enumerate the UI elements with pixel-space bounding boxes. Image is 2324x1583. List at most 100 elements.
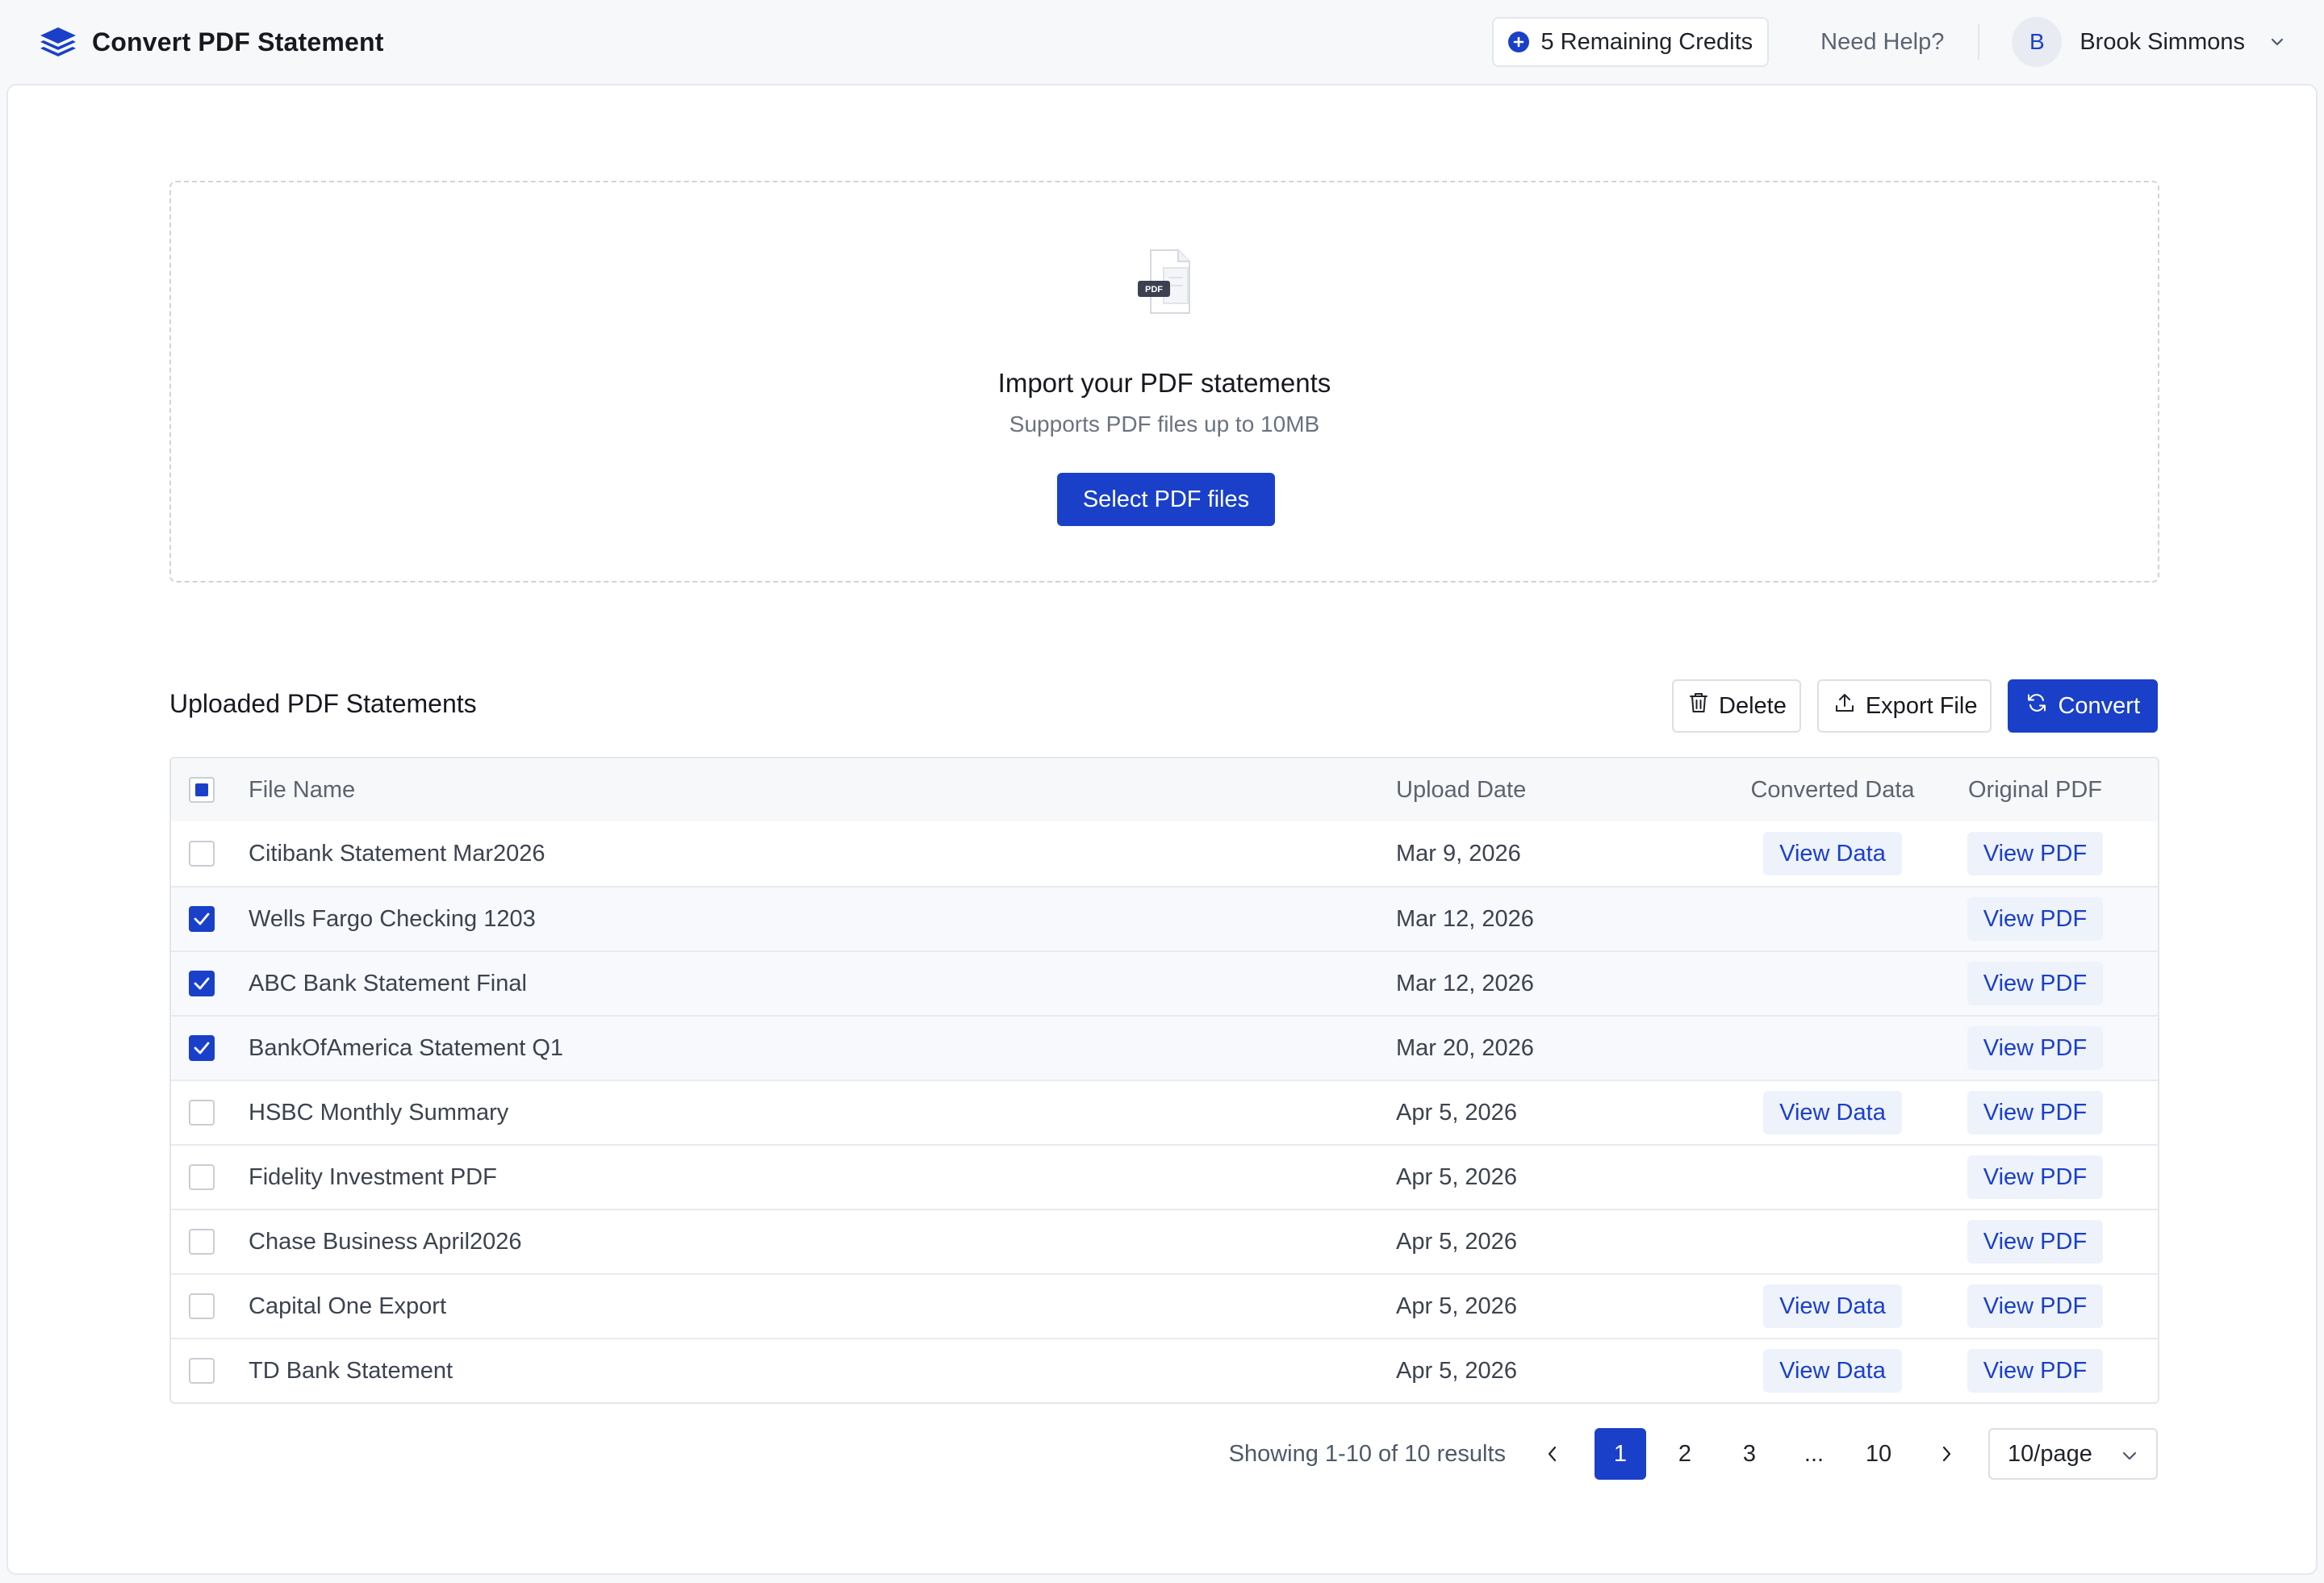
refresh-icon bbox=[2025, 691, 2048, 720]
upload-date: Mar 12, 2026 bbox=[1396, 905, 1534, 932]
view-pdf-button[interactable]: View PDF bbox=[1967, 832, 2104, 875]
view-pdf-button[interactable]: View PDF bbox=[1967, 1349, 2104, 1393]
upload-date: Apr 5, 2026 bbox=[1396, 1099, 1517, 1126]
upload-date: Apr 5, 2026 bbox=[1396, 1163, 1517, 1190]
export-label: Export File bbox=[1865, 692, 1978, 719]
upload-date: Apr 5, 2026 bbox=[1396, 1228, 1517, 1255]
user-name: Brook Simmons bbox=[2079, 28, 2245, 55]
view-pdf-button[interactable]: View PDF bbox=[1967, 1026, 2104, 1070]
upload-date: Mar 20, 2026 bbox=[1396, 1034, 1534, 1061]
pagination-info: Showing 1-10 of 10 results bbox=[1228, 1440, 1506, 1467]
select-all-checkbox[interactable] bbox=[189, 777, 215, 803]
brand: Convert PDF Statement bbox=[39, 23, 384, 61]
upload-date: Mar 12, 2026 bbox=[1396, 970, 1534, 996]
upload-icon bbox=[1833, 691, 1856, 720]
page-button[interactable]: 1 bbox=[1595, 1428, 1646, 1480]
check-icon bbox=[193, 971, 211, 997]
row-checkbox[interactable] bbox=[189, 906, 215, 932]
pagination-ellipsis: ... bbox=[1804, 1440, 1825, 1467]
row-checkbox[interactable] bbox=[189, 971, 215, 996]
chevron-down-icon bbox=[2269, 37, 2285, 47]
page-button[interactable]: 10 bbox=[1853, 1428, 1904, 1480]
credits-badge[interactable]: 5 Remaining Credits bbox=[1492, 17, 1770, 67]
user-menu[interactable]: B Brook Simmons bbox=[2012, 17, 2285, 67]
file-name: Chase Business April2026 bbox=[249, 1228, 522, 1255]
chevron-down-icon bbox=[2121, 1441, 2138, 1468]
upload-title: Import your PDF statements bbox=[997, 368, 1331, 398]
view-pdf-button[interactable]: View PDF bbox=[1967, 897, 2104, 941]
column-header-original-pdf: Original PDF bbox=[1968, 776, 2102, 803]
column-header-file-name[interactable]: File Name bbox=[249, 758, 355, 821]
upload-date: Apr 5, 2026 bbox=[1396, 1293, 1517, 1319]
view-data-button[interactable]: View Data bbox=[1763, 1284, 1902, 1328]
delete-button[interactable]: Delete bbox=[1672, 679, 1801, 733]
table-row[interactable]: Chase Business April2026 Apr 5, 2026 View … bbox=[171, 1209, 2158, 1273]
main-panel: PDF Import your PDF statements Supports … bbox=[6, 84, 2318, 1575]
row-checkbox[interactable] bbox=[189, 841, 215, 867]
row-checkbox[interactable] bbox=[189, 1164, 215, 1190]
row-checkbox[interactable] bbox=[189, 1358, 215, 1384]
plus-circle-icon bbox=[1508, 31, 1530, 52]
list-toolbar: Delete Export File Convert bbox=[1672, 679, 2158, 733]
convert-label: Convert bbox=[2058, 692, 2140, 719]
table-row[interactable]: Citibank Statement Mar2026 Mar 9, 2026 Vie… bbox=[171, 821, 2158, 886]
pagination: Showing 1-10 of 10 results 1 2 3... 10 10/p… bbox=[1229, 1428, 2158, 1480]
select-pdf-files-button[interactable]: Select PDF files bbox=[1057, 473, 1275, 526]
svg-text:PDF: PDF bbox=[1145, 285, 1163, 294]
file-name: Capital One Export bbox=[249, 1293, 447, 1319]
view-pdf-button[interactable]: View PDF bbox=[1967, 1155, 2104, 1199]
check-icon bbox=[193, 906, 211, 933]
help-link[interactable]: Need Help? bbox=[1820, 29, 1944, 56]
layers-logo-icon bbox=[39, 23, 77, 61]
table-row[interactable]: ABC Bank Statement Final Mar 12, 2026 View… bbox=[171, 950, 2158, 1015]
delete-label: Delete bbox=[1719, 692, 1787, 719]
table-row[interactable]: Wells Fargo Checking 1203 Mar 12, 2026 Vie… bbox=[171, 886, 2158, 950]
trash-icon bbox=[1688, 691, 1709, 720]
file-name: ABC Bank Statement Final bbox=[249, 970, 527, 996]
table-header: File Name Upload Date Converted Data Ori… bbox=[171, 758, 2158, 821]
row-checkbox[interactable] bbox=[189, 1229, 215, 1255]
table-row[interactable]: Fidelity Investment PDF Apr 5, 2026 View P… bbox=[171, 1144, 2158, 1209]
app-title: Convert PDF Statement bbox=[92, 27, 384, 56]
statements-table: File Name Upload Date Converted Data Ori… bbox=[169, 757, 2159, 1404]
upload-dropzone[interactable]: PDF Import your PDF statements Supports … bbox=[169, 181, 2159, 583]
section-title: Uploaded PDF Statements bbox=[169, 689, 477, 718]
view-pdf-button[interactable]: View PDF bbox=[1967, 1091, 2104, 1134]
view-data-button[interactable]: View Data bbox=[1763, 832, 1902, 875]
page-button[interactable]: 2 bbox=[1659, 1428, 1711, 1480]
table-row[interactable]: HSBC Monthly Summary Apr 5, 2026 View Data… bbox=[171, 1080, 2158, 1144]
view-pdf-button[interactable]: View PDF bbox=[1967, 1284, 2104, 1328]
upload-date: Mar 9, 2026 bbox=[1396, 840, 1521, 867]
page-size-select[interactable]: 10/page bbox=[1988, 1428, 2158, 1480]
table-row[interactable]: BankOfAmerica Statement Q1 Mar 20, 2026 Vi… bbox=[171, 1015, 2158, 1080]
view-data-button[interactable]: View Data bbox=[1763, 1091, 1902, 1134]
next-page-button[interactable] bbox=[1929, 1428, 1964, 1480]
file-name: BankOfAmerica Statement Q1 bbox=[249, 1034, 564, 1061]
file-name: Wells Fargo Checking 1203 bbox=[249, 905, 536, 932]
file-name: HSBC Monthly Summary bbox=[249, 1099, 509, 1126]
view-pdf-button[interactable]: View PDF bbox=[1967, 1220, 2104, 1263]
avatar: B bbox=[2012, 17, 2063, 67]
row-checkbox[interactable] bbox=[189, 1100, 215, 1126]
upload-subtitle: Supports PDF files up to 10MB bbox=[1009, 411, 1320, 436]
pdf-file-icon: PDF bbox=[1131, 245, 1204, 318]
check-icon bbox=[193, 1035, 211, 1062]
view-pdf-button[interactable]: View PDF bbox=[1967, 962, 2104, 1005]
page-button[interactable]: 3 bbox=[1724, 1428, 1775, 1480]
export-file-button[interactable]: Export File bbox=[1816, 679, 1992, 733]
upload-date: Apr 5, 2026 bbox=[1396, 1357, 1517, 1384]
divider bbox=[1978, 24, 1980, 60]
table-row[interactable]: Capital One Export Apr 5, 2026 View Data Vi… bbox=[171, 1273, 2158, 1338]
view-data-button[interactable]: View Data bbox=[1763, 1349, 1902, 1393]
row-checkbox[interactable] bbox=[189, 1293, 215, 1319]
top-bar: Convert PDF Statement 5 Remaining Credit… bbox=[0, 0, 2324, 84]
file-name: Citibank Statement Mar2026 bbox=[249, 840, 545, 867]
convert-button[interactable]: Convert bbox=[2008, 679, 2158, 733]
table-row[interactable]: TD Bank Statement Apr 5, 2026 View Data Vie… bbox=[171, 1338, 2158, 1402]
credits-label: 5 Remaining Credits bbox=[1540, 28, 1753, 55]
column-header-converted-data: Converted Data bbox=[1750, 776, 1915, 803]
prev-page-button[interactable] bbox=[1535, 1428, 1570, 1480]
file-name: TD Bank Statement bbox=[249, 1357, 454, 1384]
row-checkbox[interactable] bbox=[189, 1035, 215, 1061]
column-header-upload-date[interactable]: Upload Date bbox=[1396, 758, 1526, 821]
